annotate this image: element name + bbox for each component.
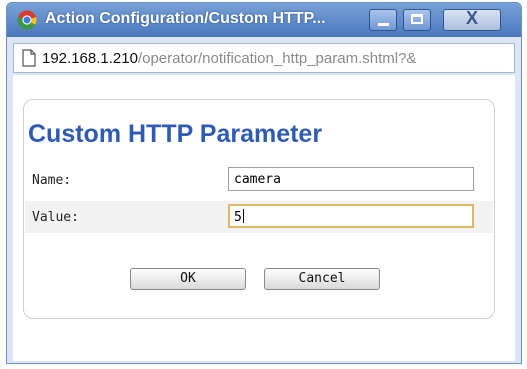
ok-button[interactable]: OK [130, 268, 246, 290]
cancel-button[interactable]: Cancel [264, 268, 380, 290]
value-label: Value: [32, 210, 79, 225]
url-path: /operator/notification_http_param.shtml?… [137, 50, 417, 67]
name-input[interactable]: camera [228, 167, 474, 191]
name-input-value: camera [234, 172, 281, 187]
page-title: Custom HTTP Parameter [28, 120, 323, 148]
title-bar[interactable]: Action Configuration/Custom HTTP... X [7, 3, 521, 37]
close-button[interactable]: X [443, 8, 501, 31]
page-content: Custom HTTP Parameter Name: camera Value… [13, 75, 515, 361]
maximize-button[interactable] [403, 9, 431, 31]
close-icon: X [465, 8, 478, 28]
value-input-value: 5 [234, 210, 242, 225]
address-bar[interactable]: 192.168.1.210/operator/notification_http… [13, 43, 515, 73]
url-host: 192.168.1.210 [42, 50, 138, 67]
window-title: Action Configuration/Custom HTTP... [45, 10, 326, 27]
custom-http-parameter-form: Custom HTTP Parameter Name: camera Value… [23, 99, 495, 319]
page-icon [22, 49, 36, 67]
minimize-icon [378, 23, 389, 26]
maximize-icon [411, 14, 423, 24]
value-input[interactable]: 5 [228, 204, 474, 228]
name-label: Name: [32, 173, 72, 188]
url-text[interactable]: 192.168.1.210/operator/notification_http… [42, 50, 416, 67]
text-caret [242, 209, 244, 223]
browser-popup-window: Action Configuration/Custom HTTP... X 19… [6, 2, 522, 364]
value-row: Value: 5 [25, 201, 493, 233]
chrome-icon [17, 10, 37, 30]
name-row: Name: camera [25, 164, 493, 196]
minimize-button[interactable] [369, 9, 397, 31]
